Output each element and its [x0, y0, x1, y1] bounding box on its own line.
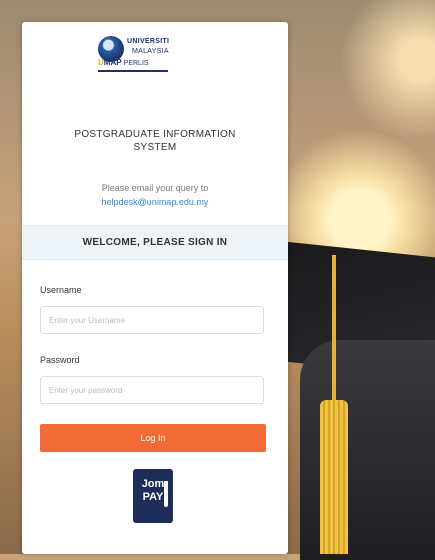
welcome-heading: WELCOME, PLEASE SIGN IN: [22, 225, 288, 260]
password-input[interactable]: [40, 376, 264, 404]
logo-underline: [98, 70, 168, 72]
system-title: POSTGRADUATE INFORMATION SYSTEM: [22, 128, 288, 154]
jompay-mark: [164, 481, 168, 507]
username-label: Username: [40, 285, 82, 295]
system-title-line2: SYSTEM: [133, 142, 177, 153]
logo-mark-suffix: MAP: [103, 58, 122, 67]
system-title-line1: POSTGRADUATE INFORMATION: [74, 129, 236, 140]
logo-line3: PERLIS: [123, 60, 149, 67]
password-label: Password: [40, 355, 80, 365]
unimap-logo: UNIVERSITI MALAYSIA UMAP PERLIS: [98, 32, 198, 78]
tassel-image: [320, 400, 348, 554]
helpdesk-email-link[interactable]: helpdesk@unimap.edu.my: [102, 197, 209, 207]
login-button[interactable]: Log In: [40, 424, 266, 452]
query-info: Please email your query to helpdesk@unim…: [22, 181, 288, 209]
tassel-cord: [332, 255, 336, 405]
logo-line2: MALAYSIA: [132, 48, 169, 55]
logo-line1: UNIVERSITI: [127, 38, 170, 45]
query-text: Please email your query to: [101, 183, 209, 193]
logo-mark: UMAP PERLIS: [98, 58, 149, 67]
username-input[interactable]: [40, 306, 264, 334]
jompay-logo[interactable]: Jom PAY: [133, 469, 173, 523]
